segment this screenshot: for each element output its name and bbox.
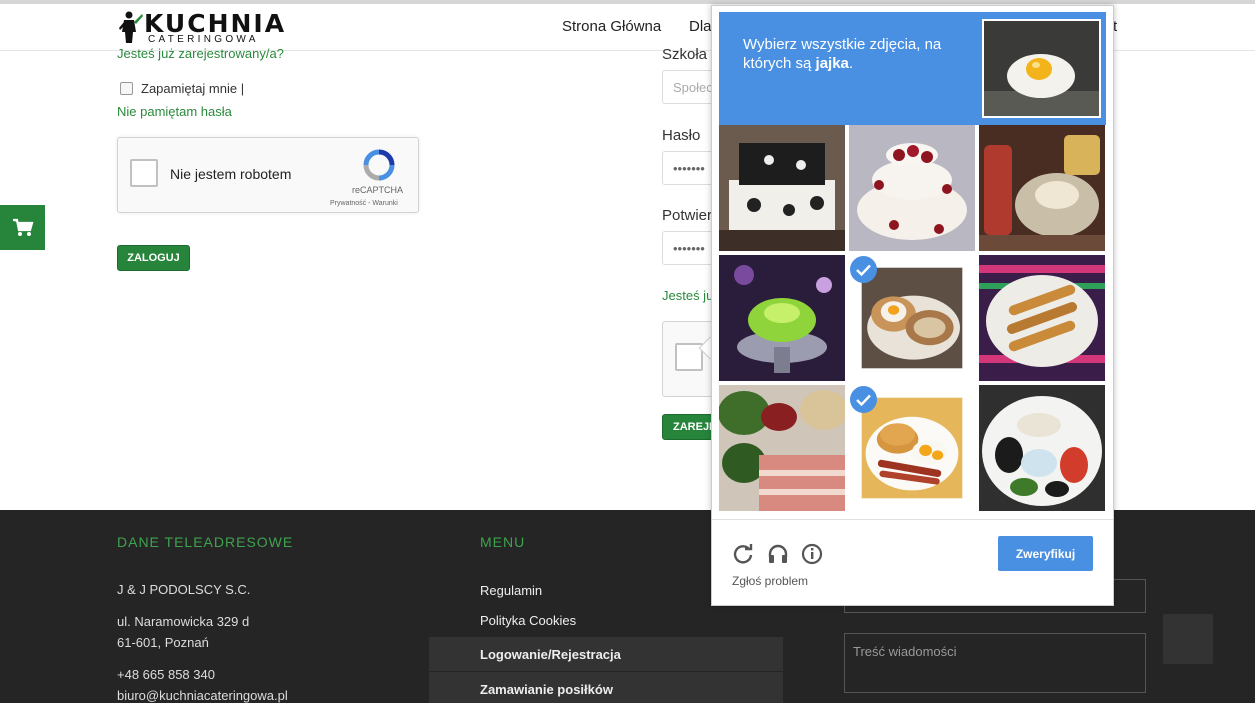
- phone-number[interactable]: +48 665 858 340: [117, 667, 215, 682]
- nav-home[interactable]: Strona Główna: [562, 18, 661, 35]
- remember-me[interactable]: Zapamiętaj mnie |: [120, 81, 244, 96]
- challenge-divider: [712, 519, 1113, 520]
- remember-checkbox[interactable]: [120, 82, 133, 95]
- verify-button[interactable]: Zweryfikuj: [998, 536, 1093, 571]
- challenge-header: Wybierz wszystkie zdjęcia, na których są…: [719, 12, 1106, 125]
- forgot-password-link[interactable]: Nie pamiętam hasła: [117, 104, 232, 119]
- scroll-to-top-button[interactable]: [1163, 614, 1213, 664]
- cart-icon: [12, 218, 33, 236]
- message-textarea[interactable]: Treść wiadomości: [844, 633, 1146, 693]
- tile-egg-on-bread[interactable]: [849, 255, 975, 381]
- instruction-end: .: [848, 55, 854, 72]
- selected-check-icon: [850, 256, 877, 283]
- password-label: Hasło: [662, 127, 701, 144]
- reload-icon[interactable]: [732, 543, 754, 565]
- email-address[interactable]: biuro@kuchniacateringowa.pl: [117, 688, 288, 703]
- contact-heading: DANE TELEADRESOWE: [117, 534, 294, 550]
- logo-subtitle: CATERINGOWA: [148, 34, 259, 45]
- top-strip: [0, 0, 1255, 4]
- tile-green-jelly-dessert[interactable]: [719, 255, 845, 381]
- tile-dessert-jars[interactable]: [979, 125, 1105, 251]
- menu-item-regulamin[interactable]: Regulamin: [480, 583, 542, 598]
- menu-item-orders[interactable]: Zamawianie posiłków: [480, 682, 613, 697]
- tile-composed-salad[interactable]: [979, 385, 1105, 511]
- recaptcha-checkbox[interactable]: [130, 159, 158, 187]
- register-registered-link[interactable]: Jesteś ju: [662, 288, 713, 303]
- company-name: J & J PODOLSCY S.C.: [117, 582, 251, 597]
- audio-headphones-icon[interactable]: [767, 543, 789, 565]
- tile-salad-and-meat[interactable]: [719, 385, 845, 511]
- recaptcha-widget: Nie jestem robotem reCAPTCHA Prywatność …: [117, 137, 419, 213]
- challenge-instruction: Wybierz wszystkie zdjęcia, na których są…: [743, 35, 963, 73]
- recaptcha-brand: reCAPTCHA: [352, 185, 404, 195]
- school-label: Szkoła: [662, 46, 708, 63]
- selected-check-icon: [850, 386, 877, 413]
- confirm-password-label: Potwier: [662, 207, 713, 224]
- recaptcha-privacy-links[interactable]: Prywatność - Warunki: [330, 200, 398, 207]
- tile-black-white-cake[interactable]: [719, 125, 845, 251]
- menu-item-login-register[interactable]: Logowanie/Rejestracja: [480, 647, 621, 662]
- remember-label: Zapamiętaj mnie |: [141, 81, 245, 96]
- address-street: ul. Naramowicka 329 d: [117, 614, 250, 629]
- registered-link[interactable]: Jesteś już zarejestrowany/a?: [117, 46, 284, 61]
- menu-item-cookies[interactable]: Polityka Cookies: [480, 613, 576, 628]
- tile-pancakes-eggs-bacon[interactable]: [849, 385, 975, 511]
- recaptcha-logo-icon: [363, 149, 395, 181]
- nav-dla[interactable]: Dla: [689, 18, 712, 35]
- captcha-challenge-dialog: Wybierz wszystkie zdjęcia, na których są…: [711, 5, 1114, 606]
- instruction-target: jajka: [815, 55, 849, 72]
- recaptcha-label: Nie jestem robotem: [170, 166, 292, 182]
- report-problem-link[interactable]: Zgłoś problem: [732, 574, 808, 588]
- sample-image-fried-egg: [982, 19, 1101, 118]
- cart-button[interactable]: [0, 205, 45, 250]
- site-logo[interactable]: KUCHNIA CATERINGOWA: [118, 10, 298, 46]
- menu-heading: MENU: [480, 534, 526, 550]
- chef-figure-icon: [119, 11, 143, 43]
- address-city: 61-601, Poznań: [117, 635, 209, 650]
- login-button[interactable]: ZALOGUJ: [117, 245, 190, 271]
- tile-chicken-skewers[interactable]: [979, 255, 1105, 381]
- tile-rose-wedding-cake[interactable]: [849, 125, 975, 251]
- page: KUCHNIA CATERINGOWA Strona Główna Dla t …: [0, 0, 1255, 703]
- info-icon[interactable]: [801, 543, 823, 565]
